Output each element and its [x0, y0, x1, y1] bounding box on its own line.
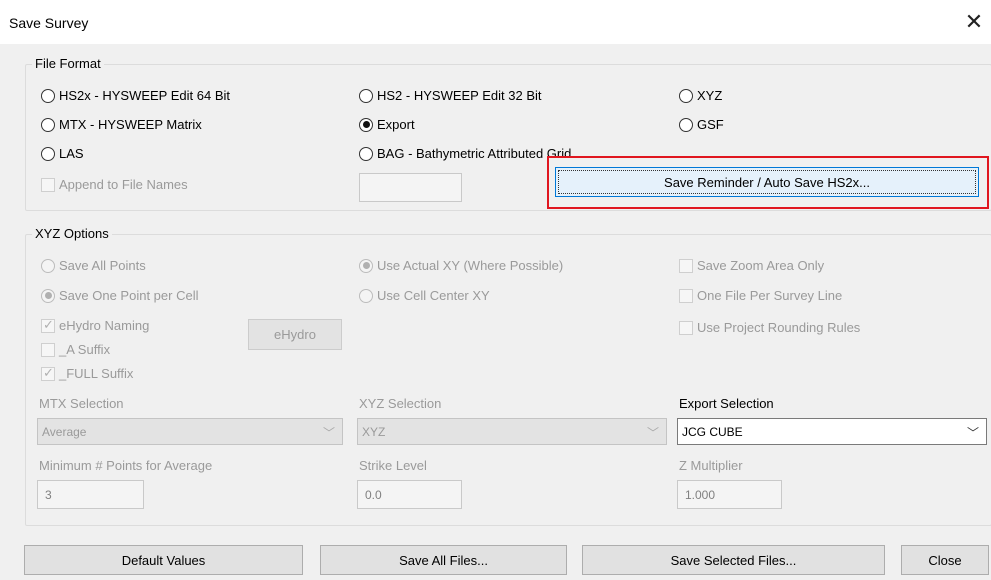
- focus-rectangle: [558, 170, 976, 194]
- check-icon: ✓: [43, 364, 54, 380]
- full-suffix-checkbox[interactable]: ✓ _FULL Suffix: [41, 364, 134, 381]
- xyz-options-group: [25, 234, 991, 526]
- radio-use-actual-xy[interactable]: Use Actual XY (Where Possible): [359, 258, 563, 273]
- use-cell-center-label: Use Cell Center XY: [377, 288, 490, 303]
- append-to-file-names-label: Append to File Names: [59, 177, 188, 192]
- radio-bag[interactable]: BAG - Bathymetric Attributed Grid: [359, 146, 571, 161]
- ehydro-button[interactable]: eHydro: [248, 319, 342, 350]
- radio-hs2[interactable]: HS2 - HYSWEEP Edit 32 Bit: [359, 88, 542, 103]
- mtx-selection-dropdown[interactable]: Average ﹀: [37, 418, 343, 445]
- save-zoom-area-label: Save Zoom Area Only: [697, 258, 825, 273]
- radio-las-label: LAS: [59, 146, 84, 161]
- close-icon[interactable]: ✕: [960, 8, 988, 36]
- radio-xyz[interactable]: XYZ: [679, 88, 722, 103]
- checkbox-box: [679, 258, 693, 273]
- ehydro-naming-label: eHydro Naming: [59, 318, 150, 333]
- radio-export-label: Export: [377, 117, 415, 132]
- radio-circle-selected: [41, 288, 55, 303]
- xyz-selection-dropdown[interactable]: XYZ ﹀: [357, 418, 667, 445]
- z-multiplier-field[interactable]: 1.000: [677, 480, 782, 509]
- radio-mtx-label: MTX - HYSWEEP Matrix: [59, 117, 202, 132]
- use-rounding-checkbox[interactable]: Use Project Rounding Rules: [679, 320, 860, 335]
- xyz-selection-label: XYZ Selection: [359, 396, 442, 411]
- title-bar: [0, 0, 991, 44]
- checkbox-box: [679, 288, 693, 303]
- radio-circle: [359, 288, 373, 303]
- ehydro-naming-checkbox[interactable]: ✓ eHydro Naming: [41, 316, 150, 333]
- mtx-selection-value: Average: [42, 424, 87, 439]
- radio-circle: [359, 88, 373, 103]
- use-actual-xy-label: Use Actual XY (Where Possible): [377, 258, 564, 273]
- a-suffix-label: _A Suffix: [59, 342, 111, 357]
- z-multiplier-label: Z Multiplier: [679, 458, 743, 473]
- radio-circle: [41, 117, 55, 132]
- export-selection-label: Export Selection: [679, 396, 774, 411]
- append-to-file-names-checkbox[interactable]: Append to File Names: [41, 177, 188, 192]
- radio-use-cell-center[interactable]: Use Cell Center XY: [359, 288, 490, 303]
- min-points-label: Minimum # Points for Average: [39, 458, 213, 473]
- mtx-selection-label: MTX Selection: [39, 396, 124, 411]
- checkbox-box: [679, 320, 693, 335]
- radio-mtx[interactable]: MTX - HYSWEEP Matrix: [41, 117, 202, 132]
- radio-circle: [41, 146, 55, 161]
- radio-save-all-points[interactable]: Save All Points: [41, 258, 146, 273]
- chevron-down-icon: ﹀: [322, 426, 335, 440]
- radio-save-one-point[interactable]: Save One Point per Cell: [41, 288, 198, 303]
- radio-circle: [359, 146, 373, 161]
- full-suffix-label: _FULL Suffix: [59, 366, 134, 381]
- file-format-legend: File Format: [32, 56, 104, 71]
- radio-gsf-label: GSF: [697, 117, 724, 132]
- append-text-field[interactable]: [359, 173, 462, 202]
- close-button[interactable]: Close: [901, 545, 989, 575]
- use-rounding-label: Use Project Rounding Rules: [697, 320, 861, 335]
- radio-export[interactable]: Export: [359, 117, 415, 132]
- export-selection-value: JCG CUBE: [682, 424, 743, 439]
- checkbox-box: [41, 177, 55, 192]
- checkbox-box: [41, 342, 55, 357]
- save-all-files-button[interactable]: Save All Files...: [320, 545, 567, 575]
- one-file-per-line-checkbox[interactable]: One File Per Survey Line: [679, 288, 842, 303]
- check-icon: ✓: [43, 316, 54, 332]
- radio-circle: [679, 88, 693, 103]
- radio-hs2x[interactable]: HS2x - HYSWEEP Edit 64 Bit: [41, 88, 230, 103]
- radio-circle: [679, 117, 693, 132]
- one-file-per-line-label: One File Per Survey Line: [697, 288, 843, 303]
- window-title: Save Survey: [9, 15, 89, 31]
- min-points-field[interactable]: 3: [37, 480, 144, 509]
- strike-level-label: Strike Level: [359, 458, 427, 473]
- checkbox-box-checked: ✓: [41, 316, 55, 333]
- save-all-points-label: Save All Points: [59, 258, 146, 273]
- xyz-selection-value: XYZ: [362, 424, 386, 439]
- radio-xyz-label: XYZ: [697, 88, 723, 103]
- chevron-down-icon: ﹀: [966, 426, 979, 440]
- checkbox-box-checked: ✓: [41, 364, 55, 381]
- xyz-options-legend: XYZ Options: [32, 226, 112, 241]
- chevron-down-icon: ﹀: [646, 426, 659, 440]
- radio-bag-label: BAG - Bathymetric Attributed Grid: [377, 146, 572, 161]
- strike-level-field[interactable]: 0.0: [357, 480, 462, 509]
- radio-las[interactable]: LAS: [41, 146, 84, 161]
- a-suffix-checkbox[interactable]: _A Suffix: [41, 342, 110, 357]
- radio-circle: [41, 88, 55, 103]
- save-one-point-label: Save One Point per Cell: [59, 288, 199, 303]
- radio-circle: [41, 258, 55, 273]
- radio-hs2-label: HS2 - HYSWEEP Edit 32 Bit: [377, 88, 542, 103]
- save-zoom-area-checkbox[interactable]: Save Zoom Area Only: [679, 258, 824, 273]
- radio-hs2x-label: HS2x - HYSWEEP Edit 64 Bit: [59, 88, 230, 103]
- radio-gsf[interactable]: GSF: [679, 117, 724, 132]
- export-selection-dropdown[interactable]: JCG CUBE ﹀: [677, 418, 987, 445]
- default-values-button[interactable]: Default Values: [24, 545, 303, 575]
- radio-circle-selected: [359, 258, 373, 273]
- save-selected-files-button[interactable]: Save Selected Files...: [582, 545, 885, 575]
- save-reminder-button[interactable]: Save Reminder / Auto Save HS2x...: [555, 167, 979, 197]
- radio-circle-selected: [359, 117, 373, 132]
